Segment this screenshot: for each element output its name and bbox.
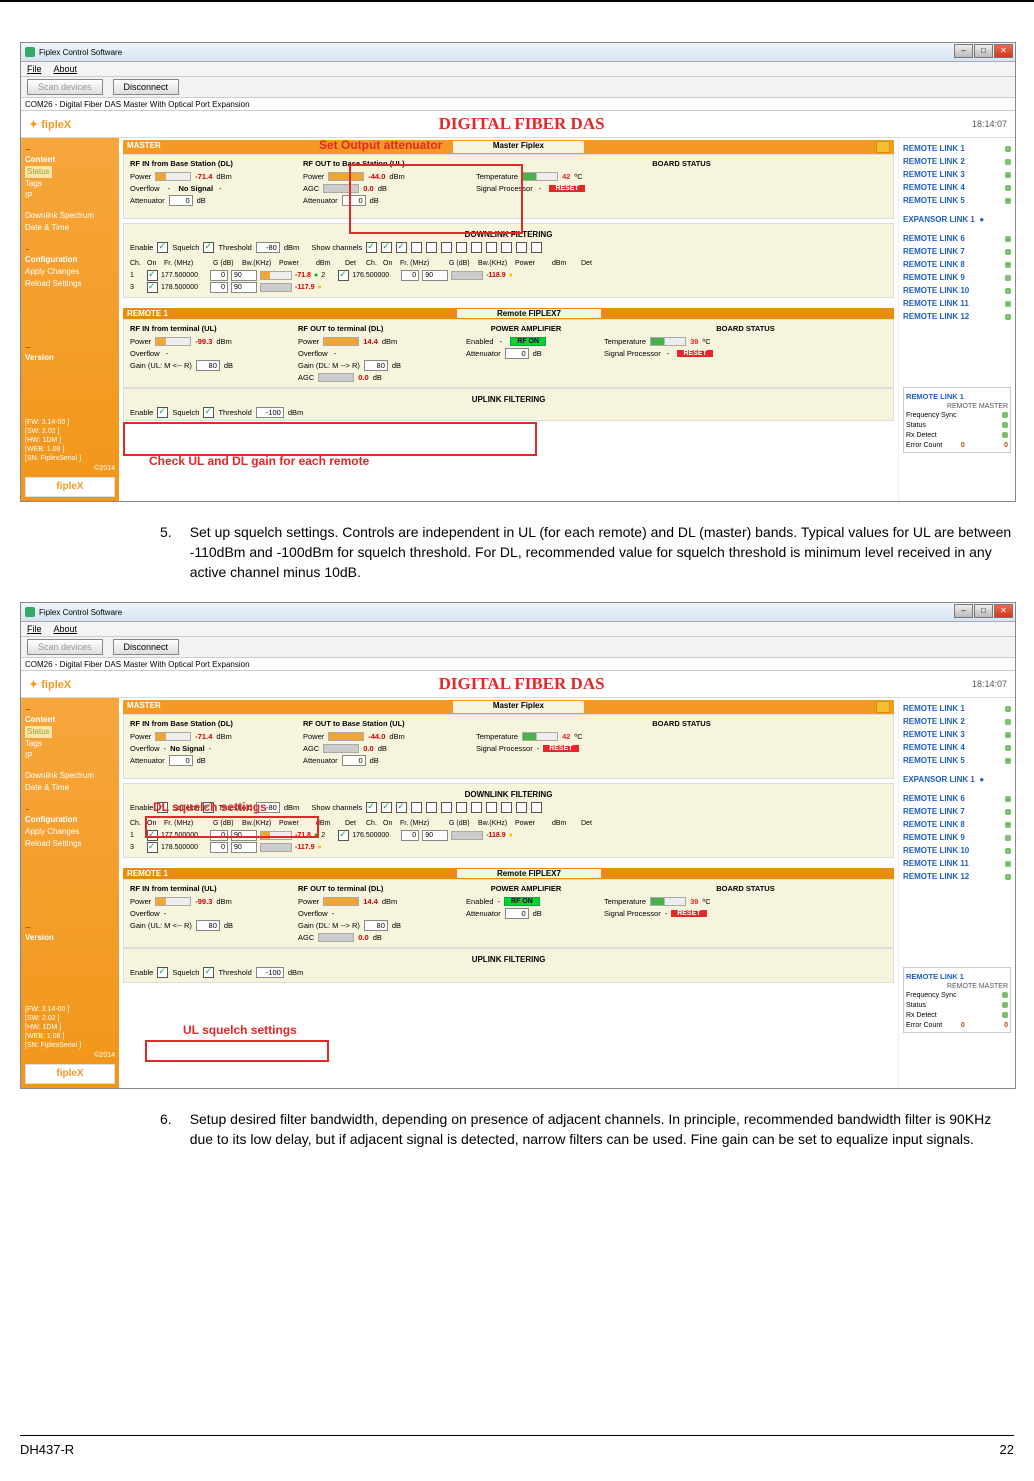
rf-on-button[interactable]: RF ON: [510, 337, 546, 346]
redbox-gain-check: [123, 422, 537, 456]
step-5: 5. Set up squelch settings. Controls are…: [160, 522, 1014, 582]
right-panel: REMOTE LINK 1 REMOTE LINK 2 REMOTE LINK …: [898, 138, 1015, 501]
ver-fw: [FW: 3.14-00 ]: [25, 418, 81, 427]
redbox-ul-squelch: [145, 1040, 329, 1062]
bw-select[interactable]: 90: [231, 270, 257, 281]
step-6-text: Setup desired filter bandwidth, dependin…: [190, 1109, 1014, 1149]
enable-checkbox[interactable]: [157, 242, 168, 253]
expansor-link[interactable]: EXPANSOR LINK 1 ●: [903, 215, 1011, 224]
fiplex-logo: ✦ fipleX: [29, 118, 71, 131]
app-icon: [25, 47, 35, 57]
menu-file[interactable]: File: [27, 64, 42, 74]
annot-set-output: Set Output attenuator: [319, 138, 442, 152]
save-icon[interactable]: [876, 141, 890, 153]
att-input[interactable]: 0: [169, 195, 193, 206]
minimize-button[interactable]: –: [954, 44, 973, 58]
fiplex-logo-footer: fipleX: [25, 477, 115, 497]
step-6: 6. Setup desired filter bandwidth, depen…: [160, 1109, 1014, 1149]
app-title: DIGITAL FIBER DAS: [439, 114, 605, 134]
menu-about[interactable]: About: [54, 64, 78, 74]
scan-devices-button[interactable]: Scan devices: [27, 79, 103, 95]
master-bar: MASTER Master Fiplex: [123, 140, 894, 154]
step-5-text: Set up squelch settings. Controls are in…: [190, 522, 1014, 582]
sidebar-reload[interactable]: Reload Settings: [25, 278, 115, 290]
board-status-title: BOARD STATUS: [476, 159, 887, 168]
sidebar-content[interactable]: Content: [25, 154, 115, 166]
close-button[interactable]: ✕: [994, 44, 1013, 58]
rf-in-title: RF IN from Base Station (DL): [130, 159, 285, 168]
reset-button[interactable]: RESET: [549, 185, 584, 192]
sidebar-spectrum[interactable]: Downlink Spectrum: [25, 210, 115, 222]
status-dot-icon: [1005, 146, 1011, 152]
menubar: File About: [21, 62, 1015, 77]
squelch-checkbox[interactable]: [203, 242, 214, 253]
annot-ul-squelch: UL squelch settings: [183, 1023, 297, 1037]
doc-id: DH437-R: [20, 1442, 74, 1457]
ver-sn: [SN: FiplexSerial ]: [25, 454, 81, 463]
maximize-button[interactable]: □: [974, 44, 993, 58]
annot-dl-squelch: DL squelch settings: [153, 800, 267, 814]
sidebar-ip[interactable]: IP: [25, 190, 115, 202]
window-title: Fiplex Control Software: [39, 48, 122, 57]
remote-master-box: REMOTE LINK 1 REMOTE MASTER Frequency Sy…: [903, 387, 1011, 453]
threshold-input[interactable]: -80: [256, 242, 280, 253]
sidebar-status[interactable]: Status: [25, 166, 52, 178]
annot-check-gain: Check UL and DL gain for each remote: [149, 454, 369, 468]
page-footer: DH437-R 22: [20, 1435, 1014, 1457]
ver-sw: [SW: 2.02 ]: [25, 427, 81, 436]
sidebar-datetime[interactable]: Date & Time: [25, 222, 115, 234]
toolbar: Scan devices Disconnect: [21, 77, 1015, 98]
window-titlebar: Fiplex Control Software – □ ✕: [21, 43, 1015, 62]
screenshot-1: Fiplex Control Software – □ ✕ File About…: [20, 42, 1016, 502]
remote-link[interactable]: REMOTE LINK 1: [903, 142, 1011, 155]
ver-web: [WEB: 1.08 ]: [25, 445, 81, 454]
sidebar-tags[interactable]: Tags: [25, 178, 115, 190]
sidebar-config[interactable]: Configuration: [25, 254, 115, 266]
sidebar-version: Version: [25, 352, 115, 364]
com-port-line: COM26 - Digital Fiber DAS Master With Op…: [21, 98, 1015, 111]
redbox-dl-squelch: [145, 816, 319, 838]
disconnect-button[interactable]: Disconnect: [113, 79, 180, 95]
page-number: 22: [1000, 1442, 1014, 1457]
sidebar: .................. Content Status Tags I…: [21, 138, 119, 501]
remote-bar: REMOTE 1 Remote FIPLEX7: [123, 308, 894, 319]
clock: 18:14:07: [972, 119, 1007, 129]
main-panel: Set Output attenuator MASTER Master Fipl…: [119, 138, 898, 501]
ver-hw: [HW: 1DM ]: [25, 436, 81, 445]
sidebar-apply[interactable]: Apply Changes: [25, 266, 115, 278]
copyright: ©2014: [94, 463, 115, 475]
screenshot-2: Fiplex Control Software – □ ✕ FileAbout …: [20, 602, 1016, 1089]
redbox-output-attenuator: [349, 164, 523, 234]
app-header: ✦ fipleX DIGITAL FIBER DAS 18:14:07: [21, 111, 1015, 138]
